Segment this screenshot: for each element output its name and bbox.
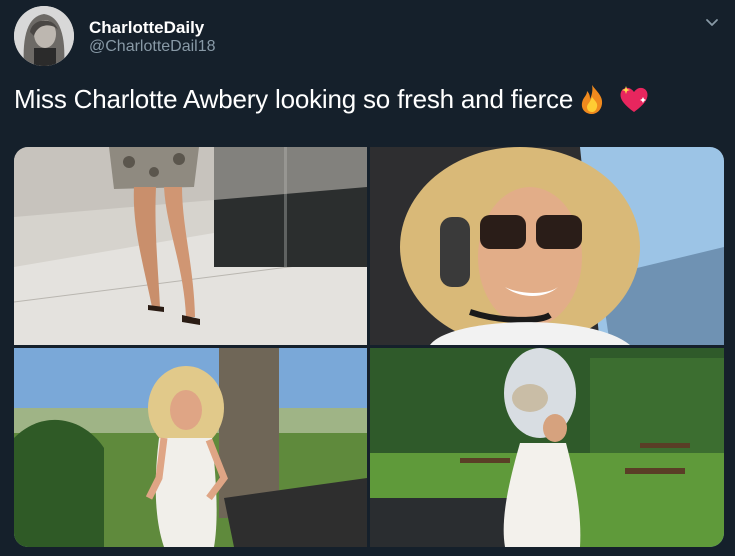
sparkling-heart-emoji bbox=[617, 82, 651, 116]
display-name[interactable]: CharlotteDaily bbox=[89, 18, 204, 38]
tweet-header: CharlotteDaily @CharlotteDail18 bbox=[14, 6, 735, 70]
garden-hat-photo[interactable] bbox=[370, 348, 724, 547]
avatar[interactable] bbox=[14, 6, 74, 66]
user-handle[interactable]: @CharlotteDail18 bbox=[89, 38, 216, 56]
fire-emoji bbox=[575, 82, 609, 116]
golf-course-dress-photo[interactable] bbox=[14, 348, 367, 547]
media-grid bbox=[14, 147, 724, 547]
legs-heels-photo[interactable] bbox=[14, 147, 367, 345]
chevron-down-icon[interactable] bbox=[703, 14, 721, 32]
tweet-body: Miss Charlotte Awbery looking so fresh a… bbox=[14, 83, 574, 114]
cockpit-selfie-photo[interactable] bbox=[370, 147, 724, 345]
tweet-text: Miss Charlotte Awbery looking so fresh a… bbox=[14, 82, 651, 116]
